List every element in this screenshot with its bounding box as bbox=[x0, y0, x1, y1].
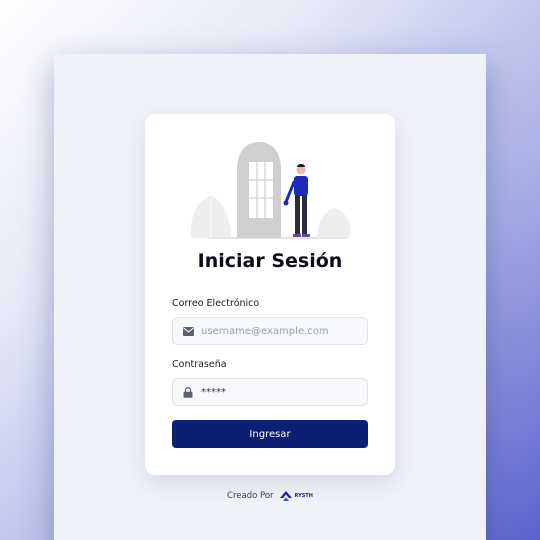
login-panel: Iniciar Sesión Correo Electrónico Contra… bbox=[54, 54, 486, 540]
password-label: Contraseña bbox=[172, 359, 227, 370]
email-input[interactable] bbox=[201, 325, 361, 337]
login-card: Iniciar Sesión Correo Electrónico Contra… bbox=[145, 114, 395, 475]
lock-icon bbox=[182, 386, 194, 398]
door-illustration bbox=[190, 142, 351, 239]
email-field[interactable] bbox=[172, 317, 368, 345]
envelope-icon bbox=[182, 325, 194, 337]
brand-logo-icon bbox=[279, 491, 292, 501]
password-input[interactable] bbox=[201, 386, 361, 398]
page-title: Iniciar Sesión bbox=[197, 250, 343, 272]
password-field[interactable] bbox=[172, 378, 368, 406]
submit-button[interactable]: Ingresar bbox=[172, 420, 368, 448]
footer: Creado Por RYSTH bbox=[54, 490, 486, 502]
brand-name: RYSTH bbox=[294, 492, 313, 499]
created-by-text: Creado Por bbox=[227, 491, 274, 501]
brand-logo[interactable]: RYSTH bbox=[279, 490, 313, 502]
email-label: Correo Electrónico bbox=[172, 298, 260, 309]
